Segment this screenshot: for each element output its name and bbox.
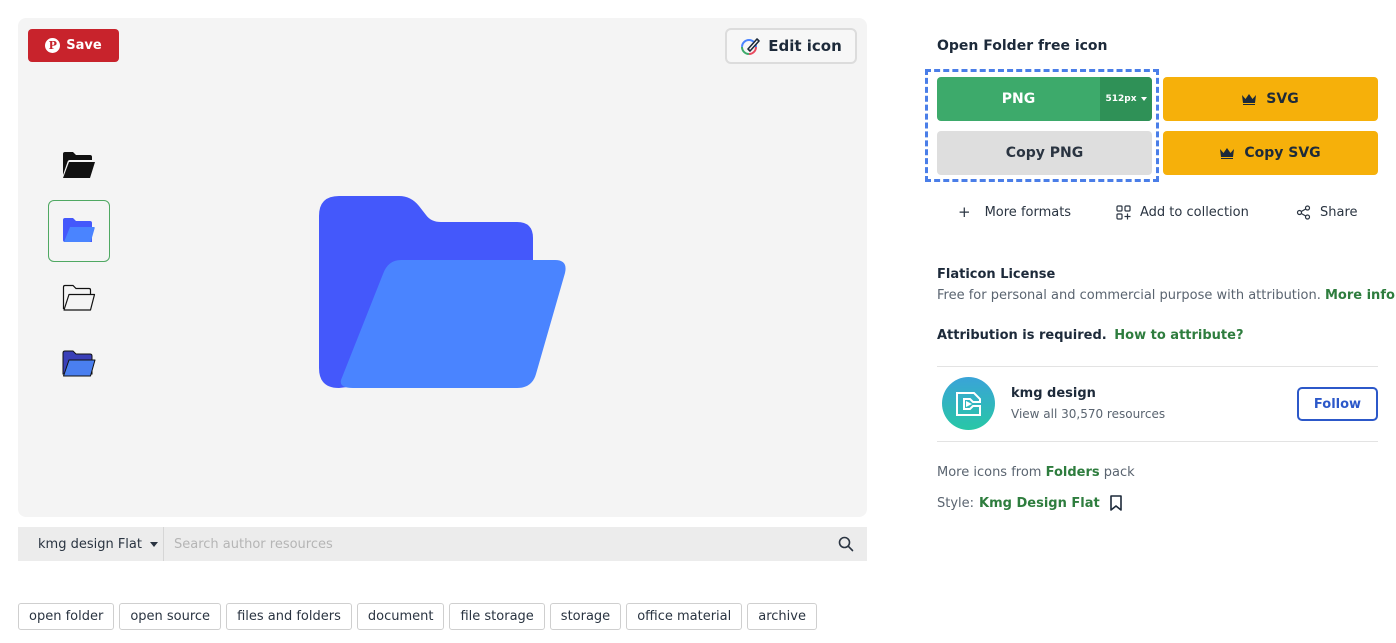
search-input[interactable] (164, 527, 825, 561)
add-collection-icon (1116, 204, 1131, 220)
tag-item[interactable]: office material (626, 603, 743, 630)
crown-icon (1242, 93, 1257, 105)
author-style-dropdown[interactable]: kmg design Flat (18, 527, 164, 561)
edit-icon-button[interactable]: Edit icon (725, 28, 857, 64)
open-folder-blue-icon (63, 218, 95, 242)
pack-prefix: More icons from (937, 465, 1042, 480)
chevron-down-icon (150, 541, 158, 547)
paint-brush-icon (741, 38, 761, 55)
open-folder-large-icon (319, 196, 566, 388)
copy-svg-button[interactable]: Copy SVG (1163, 131, 1378, 175)
pack-link[interactable]: Folders (1046, 465, 1100, 480)
pack-suffix: pack (1103, 465, 1135, 480)
author-avatar[interactable] (942, 377, 995, 430)
tag-item[interactable]: open folder (18, 603, 115, 630)
page-title: Open Folder free icon (937, 38, 1108, 54)
style-line: Style: Kmg Design Flat (937, 495, 1123, 511)
attribution-text: Attribution is required. (937, 328, 1107, 343)
author-style-value: kmg design Flat (38, 536, 142, 552)
share-icon (1296, 204, 1311, 220)
open-folder-black-icon (63, 152, 95, 178)
more-formats-button[interactable]: + More formats (958, 203, 1071, 221)
more-info-link[interactable]: More info (1325, 288, 1395, 303)
thumbnail-folder-black[interactable] (48, 134, 110, 196)
license-text: Free for personal and commercial purpose… (937, 288, 1321, 303)
svg-label: SVG (1266, 91, 1299, 107)
save-label: Save (66, 38, 102, 53)
share-label: Share (1320, 204, 1358, 220)
thumbnail-folder-blue-outline[interactable] (48, 333, 110, 395)
how-to-attribute-link[interactable]: How to attribute? (1114, 328, 1243, 343)
follow-button[interactable]: Follow (1297, 387, 1378, 421)
author-name[interactable]: kmg design (1011, 386, 1096, 401)
pack-line: More icons from Folders pack (937, 465, 1135, 480)
divider (937, 366, 1378, 367)
style-link[interactable]: Kmg Design Flat (979, 496, 1100, 511)
pinterest-icon: P (45, 38, 61, 53)
style-label: Style: (937, 495, 975, 511)
tag-item[interactable]: files and folders (226, 603, 352, 630)
thumbnail-folder-blue[interactable] (48, 200, 110, 262)
author-search-bar: kmg design Flat (18, 527, 867, 561)
attribution-notice: Attribution is required. How to attribut… (937, 328, 1244, 343)
tag-item[interactable]: archive (747, 603, 817, 630)
pinterest-save-button[interactable]: P Save (28, 29, 119, 62)
tag-item[interactable]: document (356, 603, 445, 630)
kmg-logo-icon (955, 391, 981, 416)
copy-svg-label: Copy SVG (1244, 145, 1321, 161)
bookmark-icon[interactable] (1109, 495, 1123, 511)
tag-item[interactable]: storage (549, 603, 622, 630)
divider (937, 441, 1378, 442)
download-svg-button[interactable]: SVG (1163, 77, 1378, 121)
tag-item[interactable]: open source (119, 603, 222, 630)
tag-list: open folder open source files and folder… (18, 603, 817, 630)
share-button[interactable]: Share (1296, 203, 1358, 221)
open-folder-blue-outline-icon (62, 350, 96, 377)
crown-icon (1220, 147, 1235, 159)
thumbnail-folder-outline[interactable] (48, 267, 110, 329)
icon-preview-panel: P Save Edit icon (18, 18, 867, 517)
add-to-collection-button[interactable]: Add to collection (1116, 203, 1249, 221)
plus-icon: + (958, 203, 971, 221)
edit-icon-label: Edit icon (768, 37, 842, 55)
license-description: Free for personal and commercial purpose… (937, 288, 1395, 303)
tag-item[interactable]: file storage (449, 603, 545, 630)
add-collection-label: Add to collection (1140, 204, 1249, 220)
focus-highlight-box (925, 69, 1159, 182)
more-formats-label: More formats (984, 204, 1072, 220)
open-folder-outline-icon (62, 284, 96, 311)
search-icon[interactable] (825, 527, 867, 561)
author-resources-link[interactable]: View all 30,570 resources (1011, 407, 1165, 421)
license-title: Flaticon License (937, 267, 1056, 282)
